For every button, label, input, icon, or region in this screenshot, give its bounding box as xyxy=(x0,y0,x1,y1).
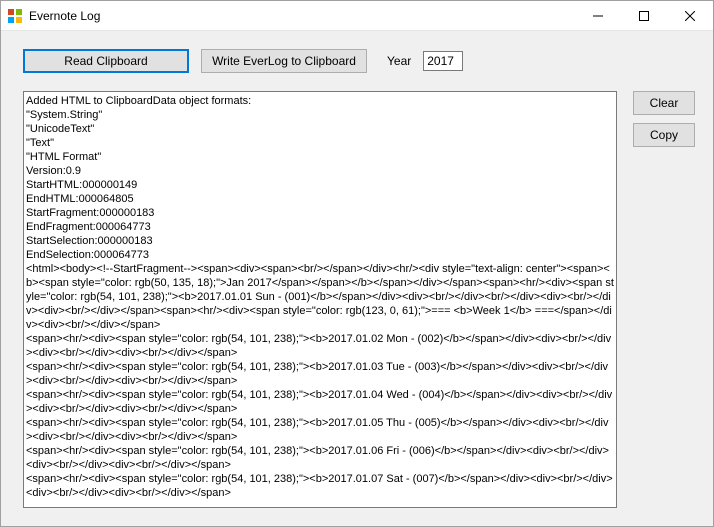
window-title: Evernote Log xyxy=(29,9,100,23)
read-clipboard-button[interactable]: Read Clipboard xyxy=(23,49,189,73)
side-buttons: Clear Copy xyxy=(633,91,695,508)
year-input[interactable] xyxy=(423,51,463,71)
app-window: Evernote Log Read Clipboard Write EverLo… xyxy=(0,0,714,527)
copy-button[interactable]: Copy xyxy=(633,123,695,147)
write-everlog-button[interactable]: Write EverLog to Clipboard xyxy=(201,49,367,73)
toolbar: Read Clipboard Write EverLog to Clipboar… xyxy=(23,49,695,73)
main-row: Clear Copy xyxy=(23,91,695,508)
log-textarea[interactable] xyxy=(24,92,616,507)
log-textarea-wrap xyxy=(23,91,617,508)
minimize-button[interactable] xyxy=(575,1,621,30)
client-area: Read Clipboard Write EverLog to Clipboar… xyxy=(1,31,713,526)
close-button[interactable] xyxy=(667,1,713,30)
maximize-button[interactable] xyxy=(621,1,667,30)
year-label: Year xyxy=(387,54,411,68)
clear-button[interactable]: Clear xyxy=(633,91,695,115)
app-icon xyxy=(7,8,23,24)
window-controls xyxy=(575,1,713,30)
titlebar[interactable]: Evernote Log xyxy=(1,1,713,31)
